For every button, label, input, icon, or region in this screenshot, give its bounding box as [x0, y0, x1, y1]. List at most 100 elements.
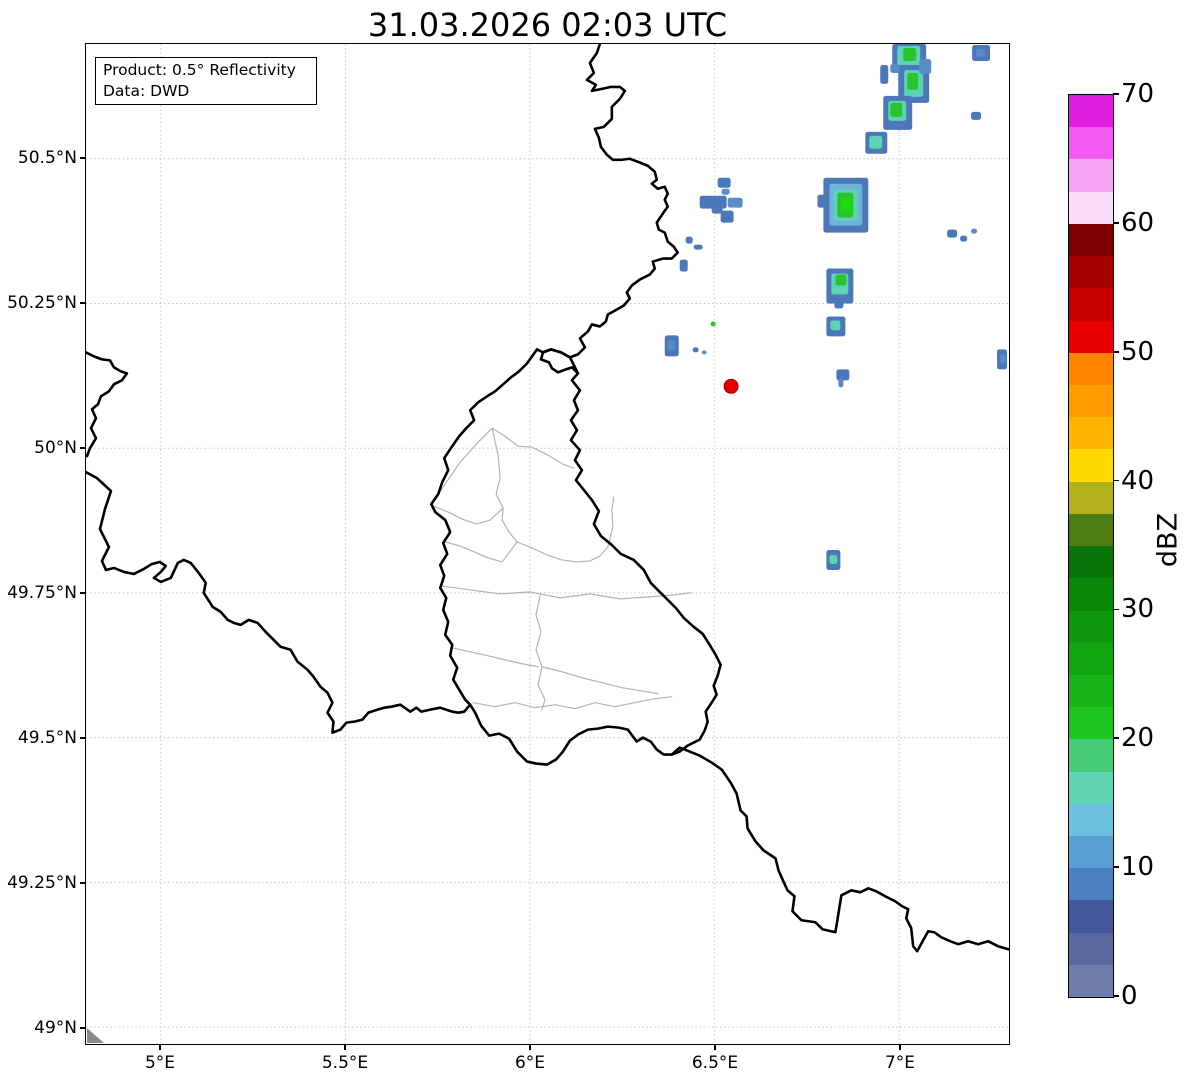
colorbar-segment [1069, 964, 1113, 998]
radar-echo-cell [829, 554, 838, 564]
radar-echo-cell [1000, 354, 1007, 364]
colorbar-segment [1069, 417, 1113, 450]
lon-tickmark [899, 1045, 901, 1050]
colorbar-label: dBZ [1152, 512, 1184, 568]
radar-echo-cell [710, 321, 716, 327]
lon-tick-label: 7°E [884, 1053, 916, 1073]
colorbar-tick-label: 70 [1121, 79, 1155, 109]
corner-patch [86, 1028, 104, 1044]
map-plot-area [85, 43, 1010, 1045]
info-box-data-line: Data: DWD [103, 82, 190, 100]
colorbar-segment [1069, 384, 1113, 418]
radar-echo-cell [841, 196, 852, 211]
lat-tick-label: 49.5°N [17, 728, 77, 748]
colorbar-tickmark [1113, 995, 1119, 997]
lat-tick-label: 49.25°N [7, 873, 77, 893]
radar-echo-cell [679, 259, 688, 272]
colorbar-tickmark [1113, 350, 1119, 353]
lat-tick-label: 49°N [34, 1018, 77, 1038]
colorbar-tick-label: 50 [1121, 336, 1155, 367]
radar-echo-cell [835, 274, 847, 286]
radar-echo-cell [903, 47, 917, 61]
radar-echo-cell [834, 299, 844, 309]
colorbar-tickmark [1113, 93, 1119, 95]
lat-tickmark [80, 592, 85, 594]
lat-tickmark [80, 1027, 85, 1029]
lon-tickmark [159, 1045, 161, 1050]
colorbar-segment [1069, 288, 1113, 321]
colorbar-segment [1069, 900, 1113, 933]
colorbar-segment [1069, 159, 1113, 192]
radar-echo-cell [830, 320, 841, 331]
radar-echo-cell [838, 378, 844, 388]
radar-echo-cell [890, 102, 903, 117]
radar-echo-cell [907, 72, 919, 90]
radar-echo-cell [836, 369, 850, 381]
radar-map [86, 44, 1009, 1044]
colorbar-tickmark [1113, 222, 1119, 224]
colorbar-tick-label: 60 [1121, 207, 1155, 238]
radar-echo-cell [960, 235, 968, 242]
radar-echo-cell [727, 197, 743, 208]
lat-tickmark [80, 447, 85, 449]
lat-tickmark [80, 302, 85, 304]
lon-tickmark [714, 1045, 716, 1050]
colorbar [1068, 94, 1114, 998]
lat-tickmark [80, 882, 85, 884]
lat-tick-label: 50.25°N [7, 293, 77, 313]
lat-tick-label: 50.5°N [17, 148, 77, 168]
colorbar-segment [1069, 127, 1113, 160]
colorbar-segment [1069, 932, 1113, 965]
radar-echo-cell [667, 340, 675, 351]
colorbar-segment [1069, 546, 1113, 579]
radar-figure: 31.03.2026 02:03 UTC Product: 0.5° Refle… [0, 0, 1202, 1081]
colorbar-segment [1069, 352, 1113, 385]
radar-echo-cell [721, 188, 730, 195]
radar-echo-cell [971, 111, 982, 120]
colorbar-tick-label: 0 [1121, 981, 1138, 1011]
radar-echo-cell [701, 350, 707, 355]
colorbar-segment [1069, 707, 1113, 740]
info-box-product-line: Product: 0.5° Reflectivity [103, 61, 296, 79]
colorbar-tick-label: 30 [1121, 594, 1155, 625]
colorbar-segment [1069, 223, 1113, 257]
colorbar-tick-label: 10 [1121, 852, 1155, 883]
lat-tickmark [80, 157, 85, 159]
radar-echo-cell [869, 135, 883, 149]
radar-echo-cell [919, 58, 932, 74]
radar-echo-cell [720, 210, 734, 223]
radar-echo-cell [717, 177, 731, 188]
country-borders [86, 44, 1009, 953]
lat-tickmark [80, 737, 85, 739]
colorbar-tickmark [1113, 479, 1119, 482]
radar-echo-cell [692, 347, 699, 353]
lon-tickmark [344, 1045, 346, 1050]
colorbar-segment [1069, 320, 1113, 353]
colorbar-segment [1069, 191, 1113, 224]
lon-tickmark [529, 1045, 531, 1050]
colorbar-tick-label: 20 [1121, 723, 1155, 754]
colorbar-tickmark [1113, 866, 1119, 868]
radar-echo-cell [947, 229, 958, 238]
radar-echo-cell [971, 228, 978, 234]
colorbar-segment [1069, 803, 1113, 837]
colorbar-segment [1069, 578, 1113, 611]
radar-echo-cell [880, 64, 889, 84]
colorbar-segment [1069, 674, 1113, 708]
colorbar-segment [1069, 513, 1113, 547]
info-box: Product: 0.5° Reflectivity Data: DWD [95, 57, 317, 105]
colorbar-segment [1069, 836, 1113, 869]
lat-tick-label: 49.75°N [7, 583, 77, 603]
canton-borders [432, 427, 692, 711]
radar-echo-cell [693, 244, 703, 250]
colorbar-tick-label: 40 [1121, 465, 1155, 496]
colorbar-tickmark [1113, 608, 1119, 611]
radar-echo-cell [685, 236, 693, 244]
radar-echoes [664, 44, 1008, 570]
colorbar-segment [1069, 642, 1113, 675]
colorbar-segment [1069, 256, 1113, 289]
colorbar-segment [1069, 95, 1113, 128]
gridlines [86, 44, 1009, 1044]
colorbar-segment [1069, 868, 1113, 901]
radar-echo-cell [890, 63, 900, 73]
